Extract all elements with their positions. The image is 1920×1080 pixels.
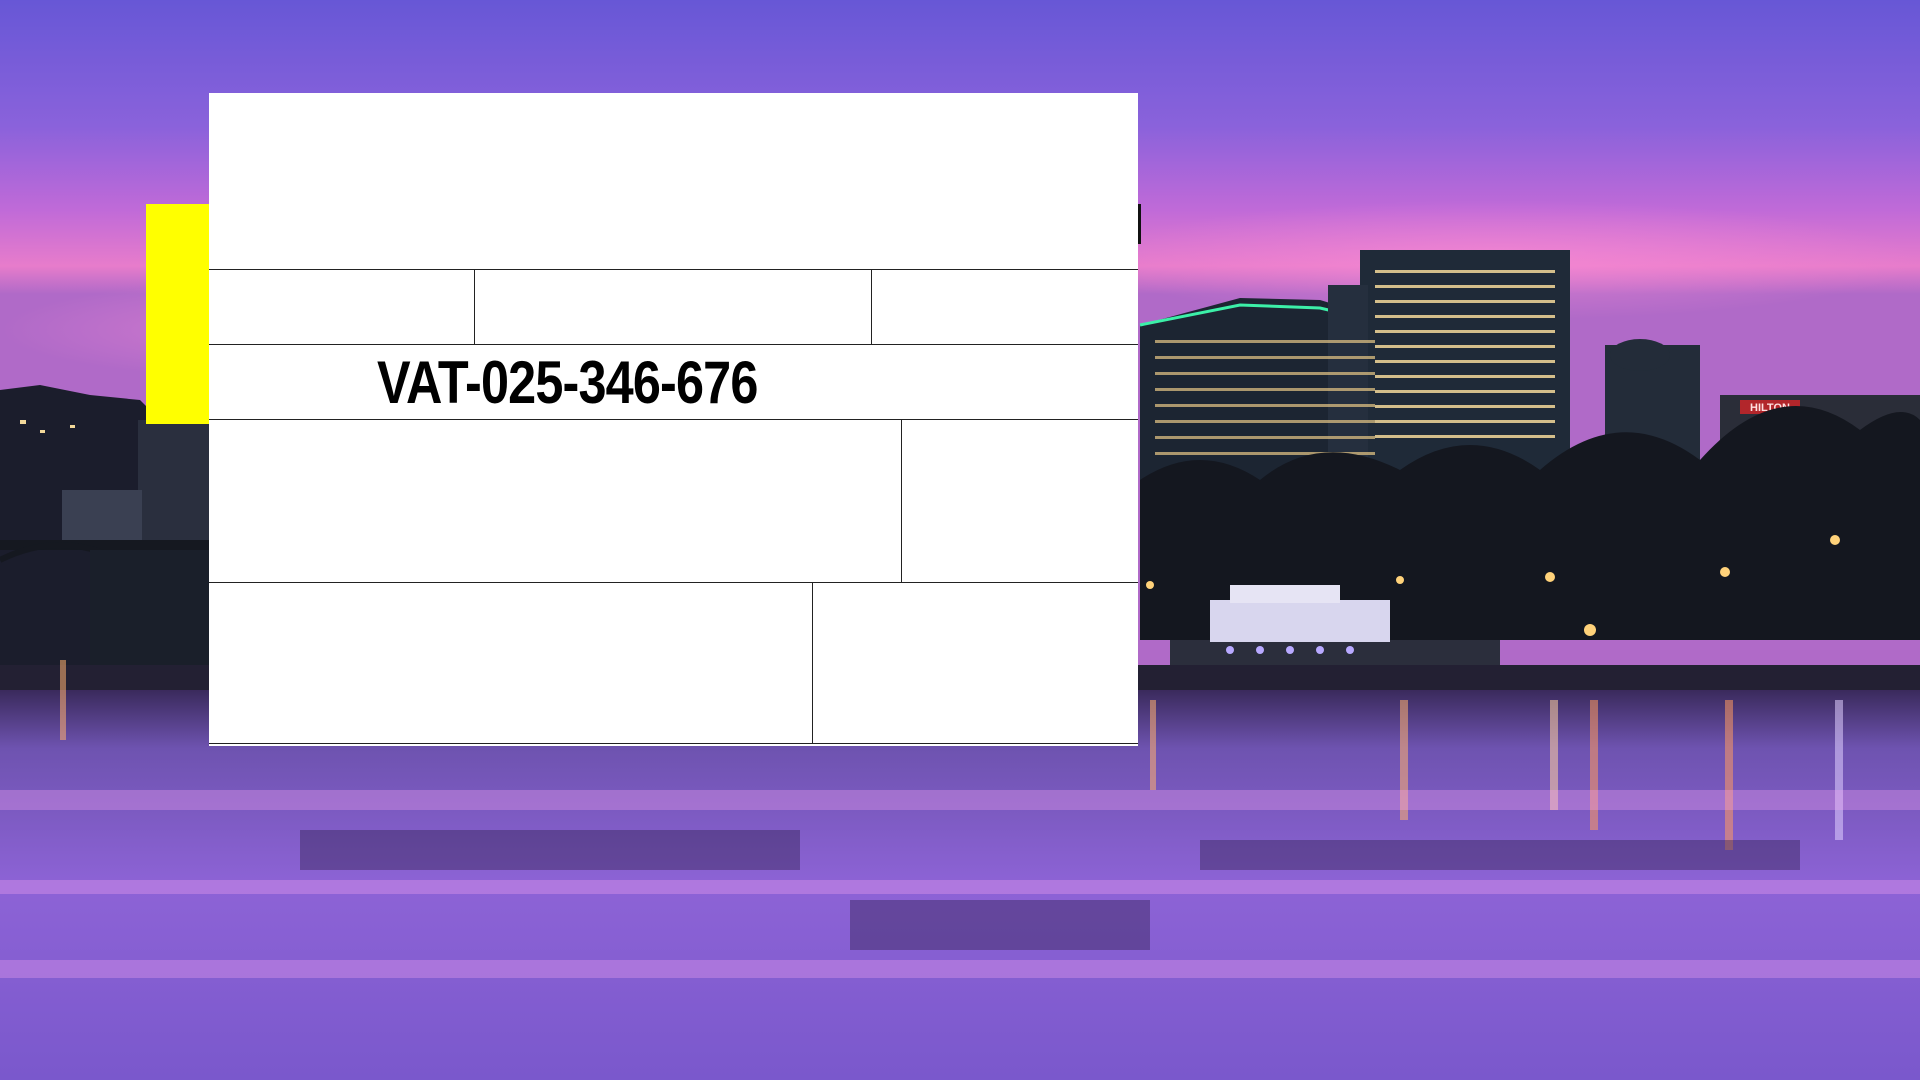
form-cell-4-1	[209, 583, 812, 743]
yellow-accent-bar	[146, 204, 212, 424]
form-cell-3-2	[902, 420, 1138, 582]
form-row-2: VAT-025-346-676	[209, 344, 1138, 419]
form-row-4	[209, 582, 1138, 744]
form-panel: VAT-025-346-676	[209, 93, 1138, 746]
form-cell-1-2	[475, 270, 871, 344]
form-row-1	[209, 269, 1138, 344]
form-header-row	[209, 93, 1138, 269]
accent-divider	[1138, 204, 1141, 244]
form-cell-4-2	[813, 583, 1138, 743]
form-row-3	[209, 419, 1138, 582]
vat-number: VAT-025-346-676	[377, 349, 758, 416]
form-cell-1-3	[872, 270, 1138, 344]
form-cell-1-1	[209, 270, 474, 344]
form-cell-3-1	[209, 420, 901, 582]
